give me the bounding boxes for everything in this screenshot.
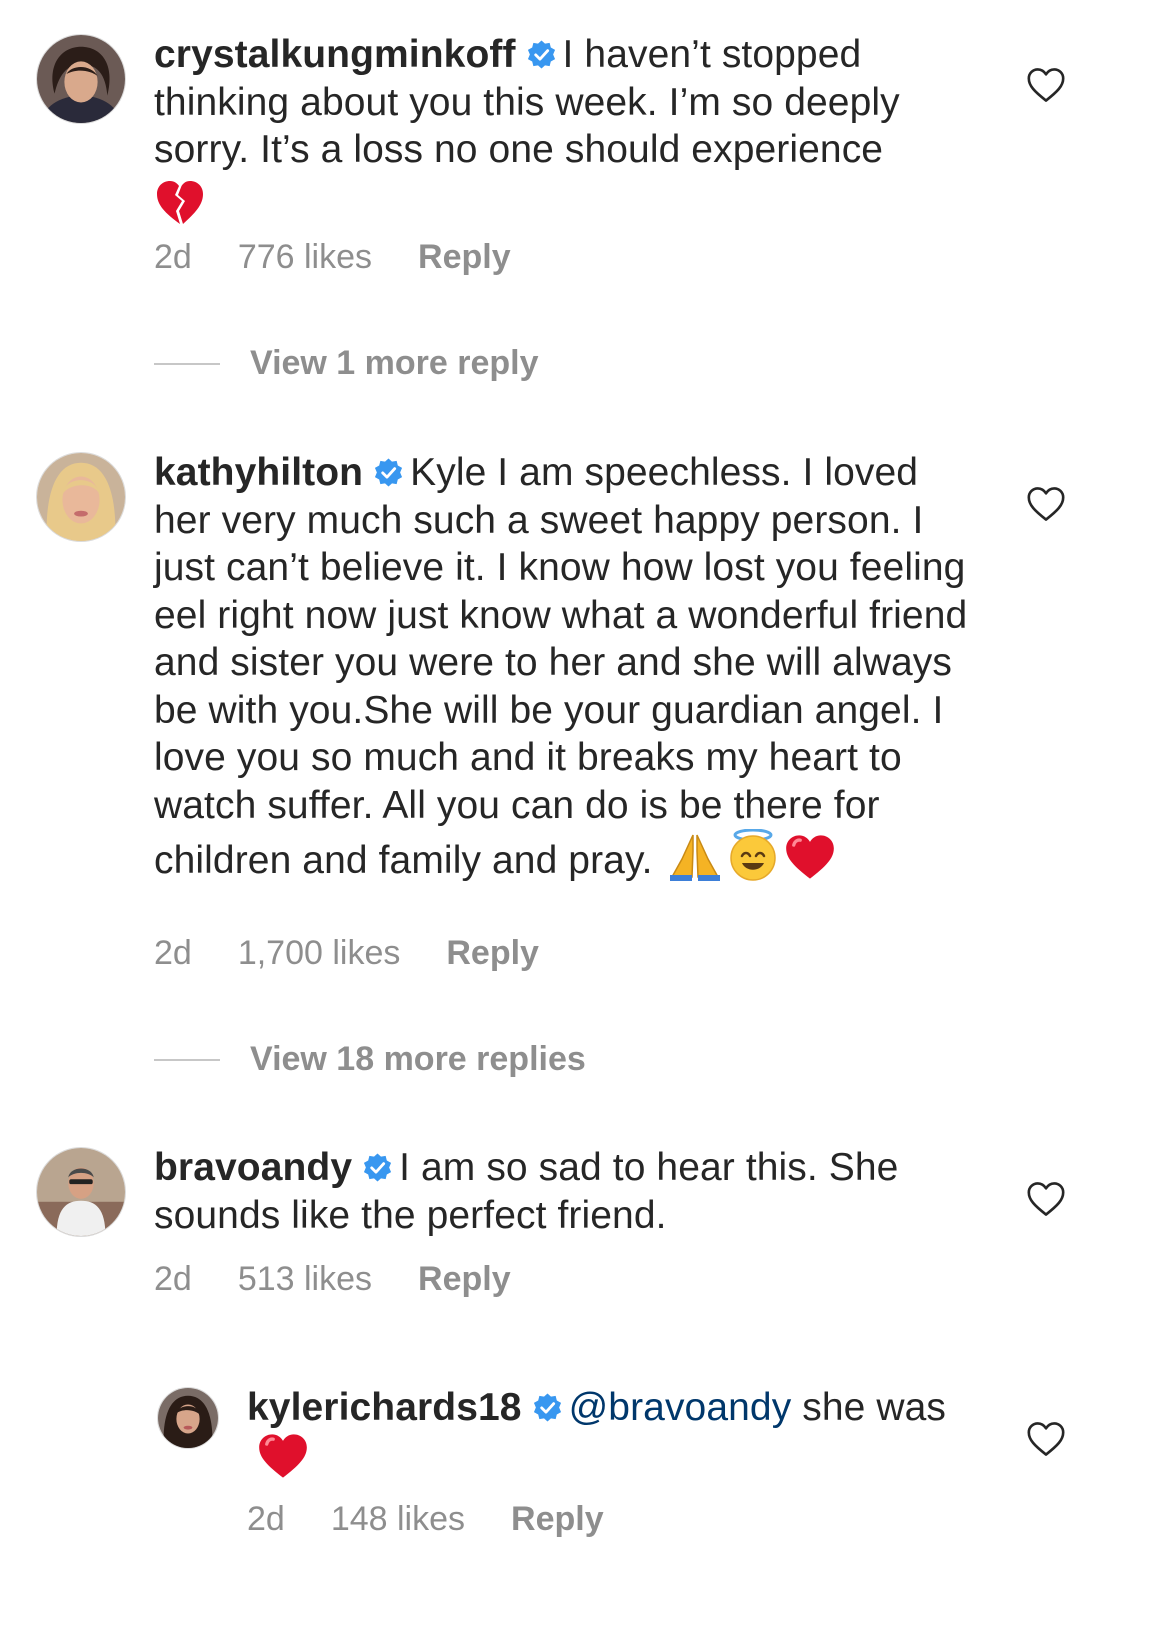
verified-badge-icon xyxy=(526,39,557,70)
avatar[interactable] xyxy=(36,1147,126,1237)
avatar[interactable] xyxy=(157,1387,219,1449)
comment-time: 2d xyxy=(154,238,192,276)
comment-username[interactable]: bravoandy xyxy=(154,1146,352,1189)
comment-meta: 2d 776 likes Reply xyxy=(154,238,557,277)
like-heart-icon[interactable] xyxy=(1026,67,1066,103)
comment-likes[interactable]: 148 likes xyxy=(331,1500,465,1538)
reply-button[interactable]: Reply xyxy=(511,1500,604,1538)
mention-link[interactable]: @bravoandy xyxy=(569,1386,792,1429)
red-heart-icon xyxy=(784,833,836,881)
reply-button[interactable]: Reply xyxy=(418,238,511,276)
divider xyxy=(154,1058,220,1061)
comment-meta: 2d 148 likes Reply xyxy=(247,1500,650,1539)
like-heart-icon[interactable] xyxy=(1026,486,1066,522)
comment-time: 2d xyxy=(247,1500,285,1538)
divider xyxy=(154,362,220,365)
comment-likes[interactable]: 776 likes xyxy=(238,238,372,276)
comment-time: 2d xyxy=(154,1260,192,1298)
verified-badge-icon xyxy=(362,1152,393,1183)
view-more-replies-label[interactable]: View 1 more reply xyxy=(250,344,539,383)
verified-badge-icon xyxy=(532,1392,563,1423)
comment-body: Kyle I am speechless. I loved her very m… xyxy=(154,451,968,882)
comment-username[interactable]: kylerichards18 xyxy=(247,1386,522,1429)
comment-text: bravoandy I am so sad to hear this. She s… xyxy=(154,1144,984,1239)
avatar[interactable] xyxy=(36,34,126,124)
comment-username[interactable]: kathyhilton xyxy=(154,451,363,494)
red-heart-icon xyxy=(257,1432,309,1480)
comment-meta: 2d 1,700 likes Reply xyxy=(154,934,585,973)
comment-likes[interactable]: 513 likes xyxy=(238,1260,372,1298)
view-more-replies[interactable]: View 1 more reply xyxy=(154,344,539,383)
reply-button[interactable]: Reply xyxy=(446,934,539,972)
comment-text: kathyhilton Kyle I am speechless. I loved… xyxy=(154,449,984,885)
verified-badge-icon xyxy=(373,457,404,488)
comment-likes[interactable]: 1,700 likes xyxy=(238,934,401,972)
comment-time: 2d xyxy=(154,934,192,972)
comment-text: kylerichards18 @bravoandy she was xyxy=(247,1384,967,1483)
comment-meta: 2d 513 likes Reply xyxy=(154,1260,557,1299)
reply-button[interactable]: Reply xyxy=(418,1260,511,1298)
avatar[interactable] xyxy=(36,452,126,542)
smiling-face-with-halo-icon xyxy=(729,829,776,881)
comment-username[interactable]: crystalkungminkoff xyxy=(154,33,516,76)
comment-body: she was xyxy=(802,1386,947,1429)
comment-text: crystalkungminkoff I haven’t stopped thin… xyxy=(154,31,984,229)
folded-hands-icon xyxy=(669,834,720,881)
like-heart-icon[interactable] xyxy=(1026,1421,1066,1457)
view-more-replies[interactable]: View 18 more replies xyxy=(154,1040,586,1079)
like-heart-icon[interactable] xyxy=(1026,1181,1066,1217)
broken-heart-icon xyxy=(157,180,203,224)
view-more-replies-label[interactable]: View 18 more replies xyxy=(250,1040,586,1079)
